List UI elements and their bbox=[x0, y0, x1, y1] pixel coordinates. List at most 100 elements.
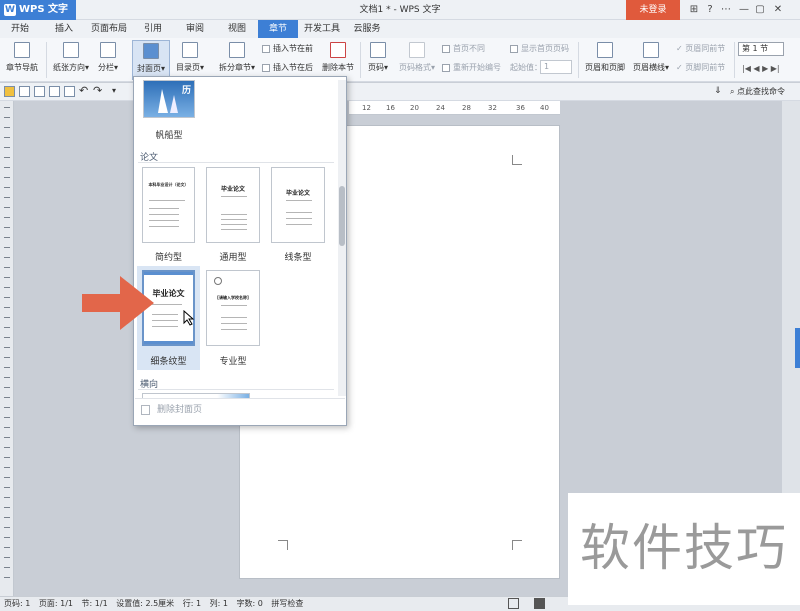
header-footer-button[interactable]: 页眉和页脚 bbox=[582, 40, 628, 80]
header-line-icon bbox=[643, 42, 659, 58]
skin-icon[interactable]: ⊞ bbox=[686, 2, 702, 18]
redo-icon[interactable]: ↷ bbox=[93, 84, 102, 97]
close-button[interactable]: ✕ bbox=[770, 2, 786, 18]
cover-template-line[interactable]: 毕业论文 bbox=[271, 167, 325, 243]
save-icon[interactable] bbox=[19, 86, 30, 97]
section-divider bbox=[138, 389, 334, 390]
start-value-label: 起始值： bbox=[510, 63, 542, 72]
status-words[interactable]: 字数: 0 bbox=[236, 599, 262, 608]
ruler-tick bbox=[4, 247, 10, 248]
ruler-tick bbox=[4, 287, 10, 288]
orientation-button[interactable]: 纸张方向▾ bbox=[50, 40, 92, 80]
ruler-tick bbox=[4, 227, 10, 228]
login-button[interactable]: 未登录 bbox=[626, 0, 680, 20]
page-number-format-button[interactable]: 页码格式▾ bbox=[396, 40, 438, 80]
orientation-icon bbox=[63, 42, 79, 58]
cover-template-professional[interactable]: [请输入学校名称] bbox=[206, 270, 260, 346]
delete-cover-button[interactable]: 删除封面页 bbox=[135, 398, 345, 422]
undo-icon[interactable]: ↶ bbox=[79, 84, 88, 97]
tab-review[interactable]: 审阅 bbox=[180, 20, 210, 38]
open-icon[interactable] bbox=[4, 86, 15, 97]
chapter-nav-button[interactable]: 章节导航 bbox=[2, 40, 42, 80]
ruler-tick bbox=[4, 417, 10, 418]
ruler-tick bbox=[4, 497, 10, 498]
section-selector[interactable]: 第 1 节 bbox=[738, 42, 784, 56]
ribbon-divider bbox=[734, 42, 735, 78]
help-button[interactable]: ? bbox=[702, 2, 718, 18]
watermark: 软件技巧 bbox=[568, 493, 800, 605]
restore-button[interactable]: ▢ bbox=[752, 2, 768, 18]
ruler-label: 28 bbox=[462, 104, 471, 112]
header-same-as-previous[interactable]: ✓ 页眉同前节 bbox=[676, 42, 725, 56]
emblem-icon bbox=[214, 277, 222, 285]
ruler-tick bbox=[4, 467, 10, 468]
delete-section-button[interactable]: 删除本节 bbox=[320, 40, 356, 80]
fullscreen-icon[interactable] bbox=[508, 598, 519, 609]
cover-page-button[interactable]: 封面页▾ bbox=[132, 40, 170, 80]
insert-section-before[interactable]: 插入节在前 bbox=[262, 42, 313, 56]
ruler-tick bbox=[4, 557, 10, 558]
insert-section-after[interactable]: 插入节在后 bbox=[262, 61, 313, 75]
ruler-tick bbox=[4, 547, 10, 548]
columns-button[interactable]: 分栏▾ bbox=[94, 40, 122, 80]
first-page-checkbox[interactable] bbox=[442, 44, 450, 53]
page-view-icon[interactable] bbox=[534, 598, 545, 609]
tab-chapter[interactable]: 章节 bbox=[258, 20, 298, 38]
delete-cover-icon bbox=[141, 405, 150, 415]
tab-home[interactable]: 开始 bbox=[4, 20, 36, 38]
ruler-tick bbox=[4, 107, 10, 108]
ribbon-divider bbox=[46, 42, 47, 78]
minimize-button[interactable]: — bbox=[736, 2, 752, 18]
restart-checkbox[interactable] bbox=[442, 63, 450, 72]
tab-page-layout[interactable]: 页面布局 bbox=[88, 20, 130, 38]
template-label: 简约型 bbox=[154, 253, 182, 263]
cover-template-simple[interactable]: 本科毕业设计（论文） bbox=[142, 167, 195, 243]
show-first-checkbox[interactable] bbox=[510, 44, 518, 53]
crop-mark bbox=[512, 540, 522, 550]
tab-insert[interactable]: 插入 bbox=[48, 20, 80, 38]
status-section: 节: 1/1 bbox=[81, 599, 108, 608]
split-chapter-button[interactable]: 拆分章节▾ bbox=[216, 40, 258, 80]
footer-same-as-previous[interactable]: ✓ 页脚同前节 bbox=[676, 61, 725, 75]
vertical-ruler bbox=[0, 101, 14, 596]
first-page-different[interactable]: 首页不同 bbox=[442, 42, 485, 56]
quick-access-bar bbox=[0, 83, 800, 101]
page-number-button[interactable]: 页码▾ bbox=[364, 40, 392, 80]
header-line-button[interactable]: 页眉横线▾ bbox=[630, 40, 672, 80]
cover-template-general[interactable]: 毕业论文 bbox=[206, 167, 260, 243]
collapse-ribbon-icon[interactable]: ⇓ bbox=[714, 86, 722, 96]
tab-references[interactable]: 引用 bbox=[138, 20, 168, 38]
ruler-tick bbox=[4, 507, 10, 508]
app-menu-button[interactable]: WWPS 文字 ▾ bbox=[0, 0, 76, 35]
cover-page-icon bbox=[143, 43, 159, 59]
scroll-thumb[interactable] bbox=[795, 328, 800, 368]
gallery-scroll-thumb[interactable] bbox=[339, 186, 345, 246]
find-command[interactable]: ⌕ 点此查找命令 bbox=[730, 83, 785, 101]
show-first-page-number[interactable]: 显示首页页码 bbox=[510, 42, 569, 56]
ruler-tick bbox=[4, 147, 10, 148]
customize-icon[interactable]: ▾ bbox=[112, 86, 116, 95]
export-pdf-icon[interactable] bbox=[34, 86, 45, 97]
ruler-tick bbox=[4, 117, 10, 118]
ruler-tick bbox=[4, 317, 10, 318]
tab-developer[interactable]: 开发工具 bbox=[302, 20, 342, 38]
page-format-icon bbox=[409, 42, 425, 58]
tab-view[interactable]: 视图 bbox=[222, 20, 252, 38]
ruler-tick bbox=[4, 427, 10, 428]
status-spell[interactable]: 拼写检查 bbox=[271, 599, 303, 608]
ruler-label: 40 bbox=[540, 104, 549, 112]
ribbon-divider bbox=[578, 42, 579, 78]
ruler-tick bbox=[4, 217, 10, 218]
ruler-tick bbox=[4, 267, 10, 268]
sailboat-thumbnail[interactable]: 历 bbox=[143, 80, 195, 118]
tab-cloud[interactable]: 云服务 bbox=[350, 20, 384, 38]
start-value-input[interactable]: 1 bbox=[540, 60, 572, 74]
restart-numbering[interactable]: 重新开始编号 bbox=[442, 61, 501, 75]
print-preview-icon[interactable] bbox=[64, 86, 75, 97]
insert-after-icon bbox=[262, 63, 270, 72]
toc-button[interactable]: 目录页▾ bbox=[172, 40, 208, 80]
status-col: 列: 1 bbox=[209, 599, 228, 608]
print-icon[interactable] bbox=[49, 86, 60, 97]
section-nav-arrows[interactable]: |◀ ◀ ▶ ▶| bbox=[742, 62, 780, 76]
settings-icon[interactable]: ⋯ bbox=[718, 2, 734, 18]
